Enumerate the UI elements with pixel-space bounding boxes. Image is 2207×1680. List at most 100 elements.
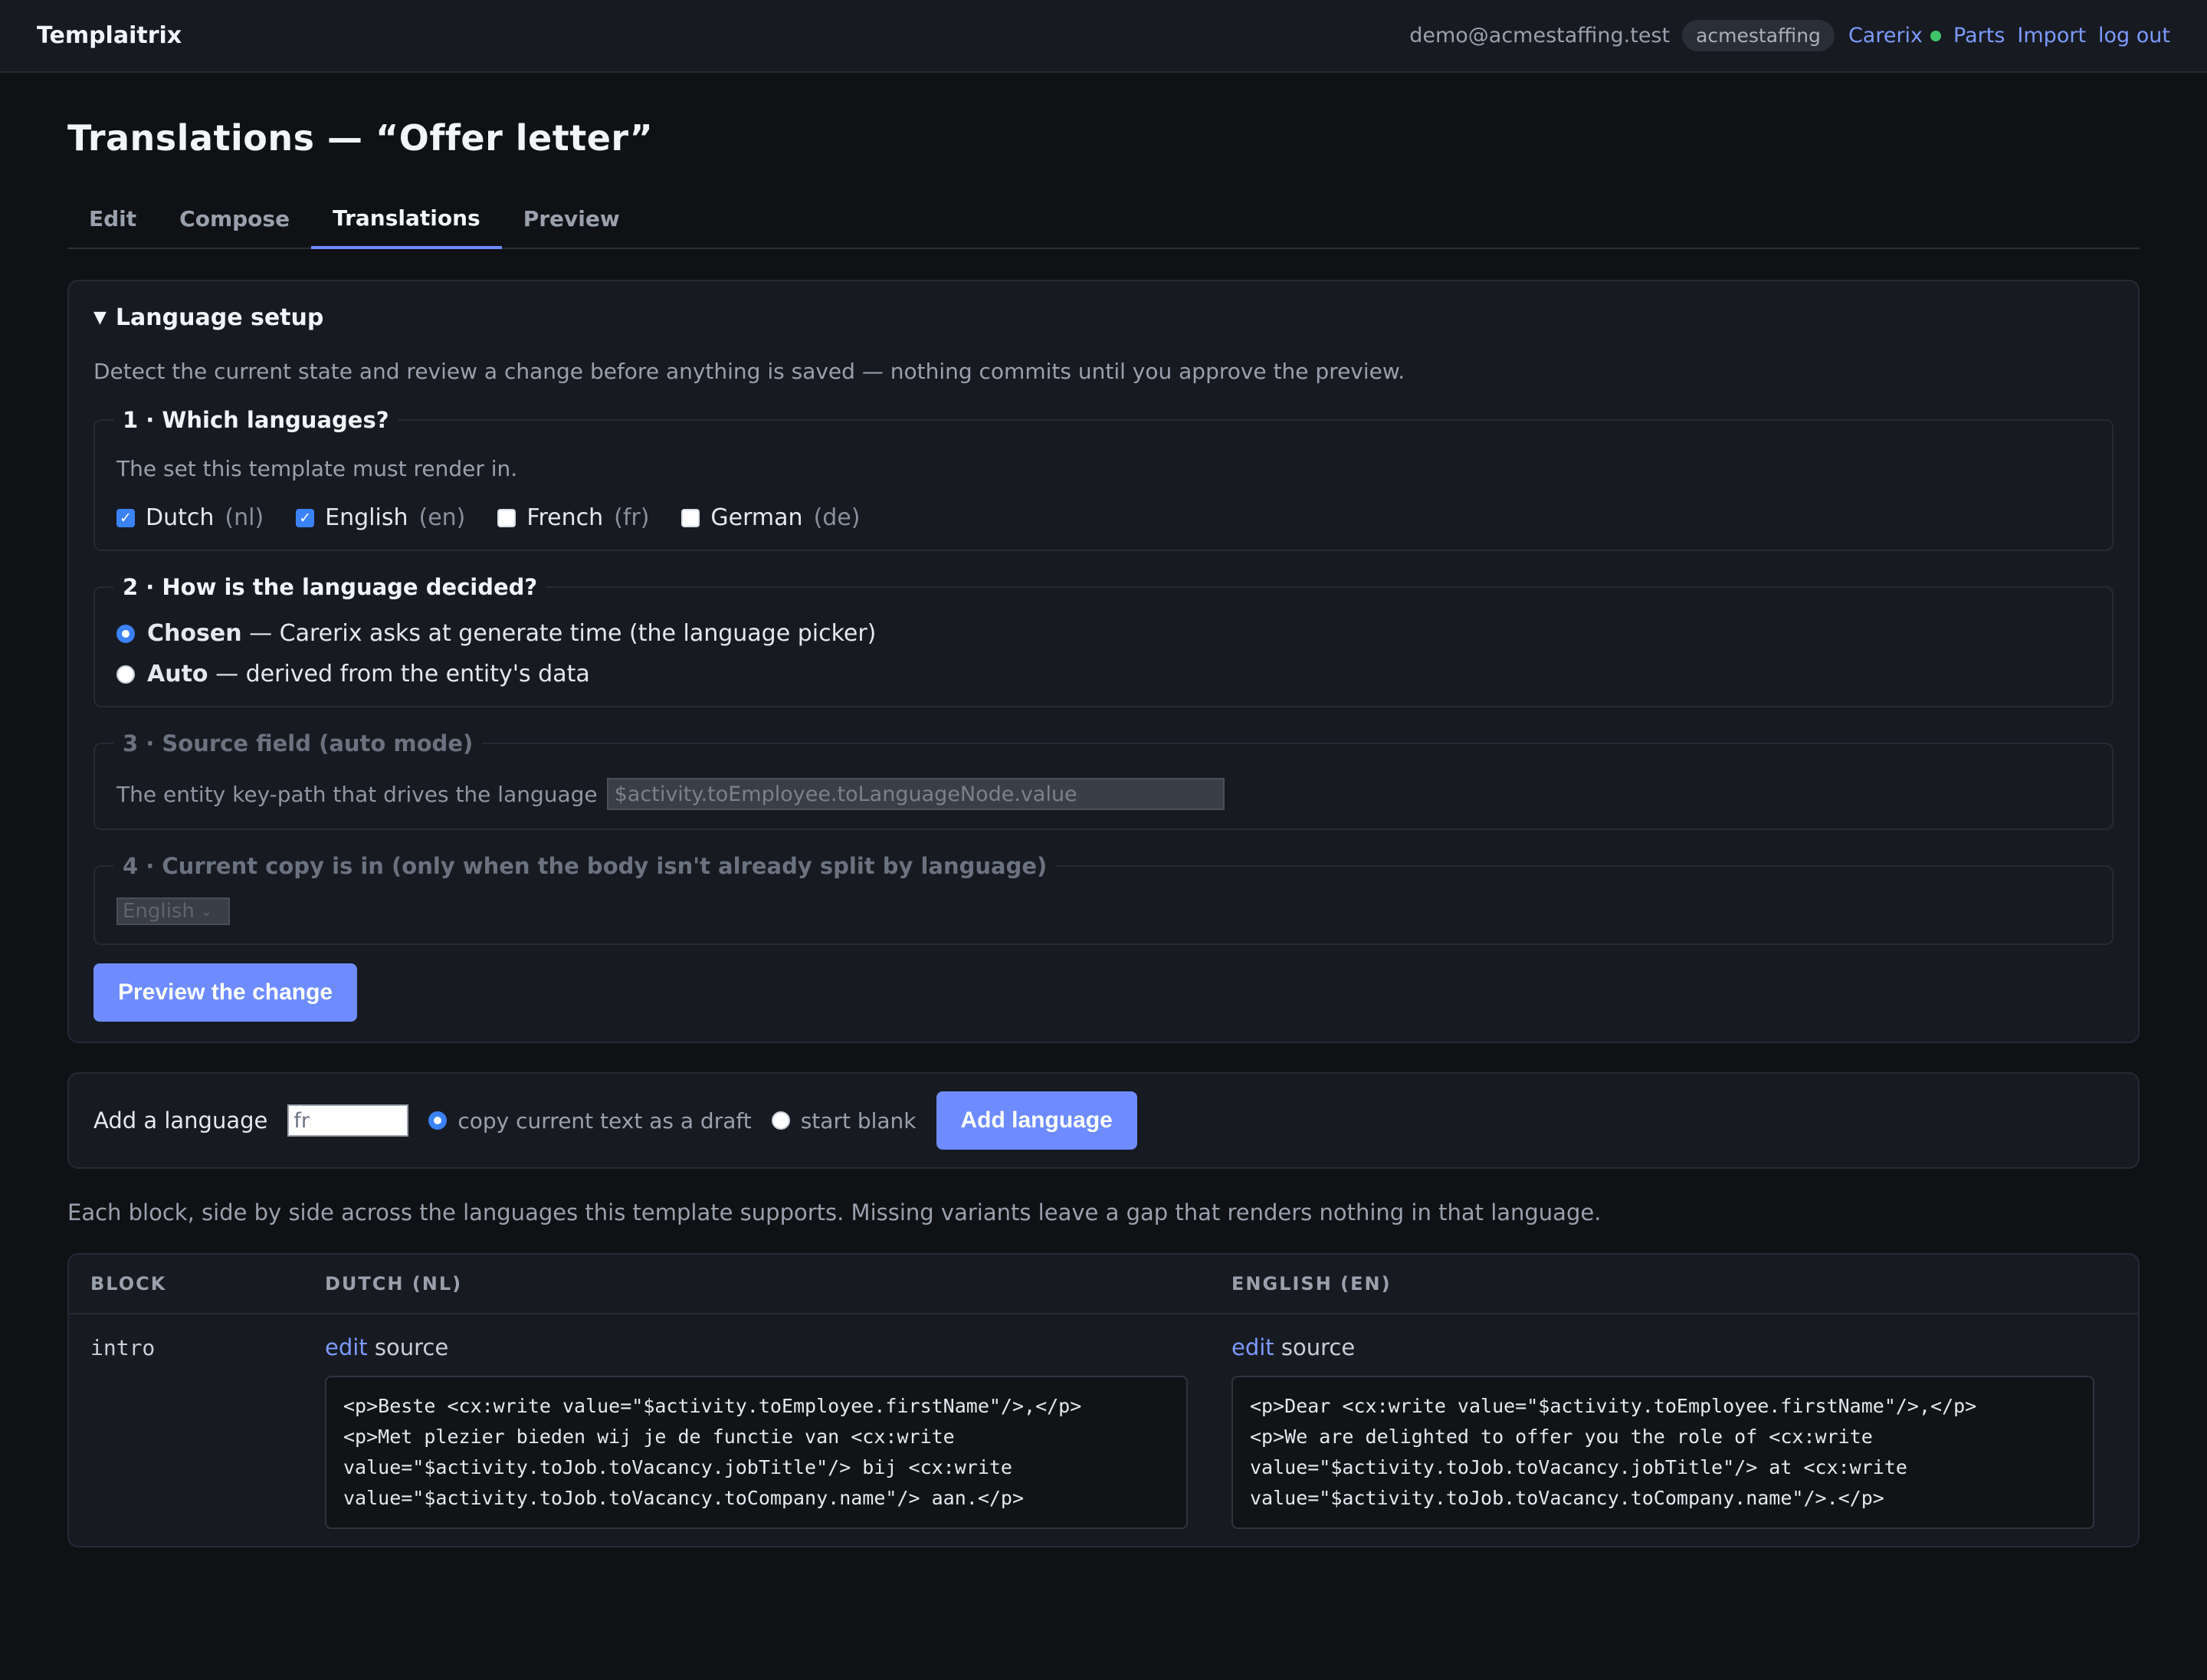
radio-auto[interactable] (116, 664, 135, 684)
decision-option-chosen[interactable]: Chosen — Carerix asks at generate time (… (116, 620, 2091, 647)
tab-compose[interactable]: Compose (158, 189, 311, 248)
edit-source-line: edit source (1231, 1334, 2138, 1360)
option-start-blank-label: start blank (800, 1107, 917, 1134)
tab-bar: Edit Compose Translations Preview (67, 189, 2140, 249)
step-source-field: 3 · Source field (auto mode) The entity … (93, 730, 2114, 830)
step-source-legend: 3 · Source field (auto mode) (113, 730, 482, 756)
decision-option-label: Auto (147, 661, 208, 687)
user-email: demo@acmestaffing.test (1409, 24, 1671, 48)
radio-start-blank[interactable] (771, 1111, 790, 1130)
decision-option-label: Chosen (147, 620, 242, 647)
language-code: (en) (418, 504, 466, 531)
page-title: Translations — “Offer letter” (67, 117, 654, 159)
chevron-down-icon: ⌄ (200, 903, 212, 920)
language-option-dutch[interactable]: ✓ Dutch (nl) (116, 504, 264, 531)
language-code: (fr) (614, 504, 650, 531)
language-code: (de) (813, 504, 861, 531)
step-current-copy-title: 4 · Current copy is in (123, 853, 384, 879)
nav-link-logout[interactable]: log out (2098, 24, 2170, 48)
edit-link-dutch[interactable]: edit (325, 1334, 368, 1360)
language-name: German (710, 504, 803, 531)
tab-edit[interactable]: Edit (67, 189, 158, 248)
step-current-copy: 4 · Current copy is in (only when the bo… (93, 853, 2114, 945)
english-cell: edit source <p>Dear <cx:write value="$ac… (1231, 1334, 2138, 1529)
dutch-source-code: <p>Beste <cx:write value="$activity.toEm… (325, 1376, 1188, 1529)
language-setup-panel: ▼ Language setup Detect the current stat… (67, 280, 2140, 1043)
top-bar: Templaitrix demo@acmestaffing.test acmes… (0, 0, 2207, 73)
checkbox-german[interactable] (681, 508, 700, 527)
nav-link-carerix[interactable]: Carerix (1848, 24, 1923, 48)
step-languages: 1 · Which languages? The set this templa… (93, 407, 2114, 551)
top-right-nav: demo@acmestaffing.test acmestaffing Care… (1409, 20, 2170, 51)
decision-option-text: Auto — derived from the entity's data (147, 661, 590, 687)
decision-option-auto[interactable]: Auto — derived from the entity's data (116, 661, 2091, 687)
decision-option-desc: — derived from the entity's data (208, 661, 590, 687)
language-setup-title: Language setup (115, 304, 324, 331)
option-copy-draft-label: copy current text as a draft (457, 1107, 752, 1134)
edit-source-line: edit source (325, 1334, 1231, 1360)
checkbox-english[interactable]: ✓ (296, 508, 315, 527)
step-source-legend-note: (auto mode) (310, 730, 474, 756)
nav-link-parts[interactable]: Parts (1953, 24, 2005, 48)
status-dot-icon (1930, 30, 1942, 41)
main-content: Translations — “Offer letter” Edit Compo… (0, 117, 2207, 1547)
tab-preview[interactable]: Preview (502, 189, 641, 248)
current-copy-select: English ⌄ (116, 897, 230, 925)
language-option-german[interactable]: German (de) (681, 504, 860, 531)
decision-radio-group: Chosen — Carerix asks at generate time (… (116, 620, 2091, 687)
language-name: English (325, 504, 408, 531)
language-setup-toggle[interactable]: ▼ Language setup (93, 304, 2114, 331)
step-languages-hint: The set this template must render in. (116, 456, 518, 481)
radio-chosen[interactable] (116, 624, 135, 643)
language-code: (nl) (225, 504, 264, 531)
current-copy-value: English (123, 900, 195, 923)
column-header-dutch: DUTCH (NL) (325, 1273, 463, 1294)
language-name: French (526, 504, 604, 531)
step-current-copy-legend: 4 · Current copy is in (only when the bo… (113, 853, 1056, 879)
step-languages-legend: 1 · Which languages? (123, 407, 389, 433)
dutch-cell: edit source <p>Beste <cx:write value="$a… (325, 1334, 1231, 1529)
step-current-copy-note: (only when the body isn't already split … (383, 853, 1048, 879)
tenant-badge: acmestaffing (1682, 20, 1835, 51)
block-cell: intro (69, 1334, 325, 1529)
english-source-code: <p>Dear <cx:write value="$activity.toEmp… (1231, 1376, 2094, 1529)
blocks-hint: Each block, side by side across the lang… (67, 1199, 1602, 1226)
source-field-row: The entity key-path that drives the lang… (116, 778, 2091, 810)
column-header-english: ENGLISH (EN) (1231, 1273, 1392, 1294)
preview-change-button[interactable]: Preview the change (93, 963, 358, 1022)
step-decision-legend: 2 · How is the language decided? (123, 574, 538, 600)
edit-source-suffix: source (1274, 1334, 1356, 1360)
language-option-english[interactable]: ✓ English (en) (296, 504, 465, 531)
language-checkboxes: ✓ Dutch (nl) ✓ English (en) French (fr) … (116, 504, 2091, 531)
checkbox-french[interactable] (497, 508, 516, 527)
edit-source-suffix: source (367, 1334, 449, 1360)
language-name: Dutch (146, 504, 215, 531)
add-language-bar: Add a language fr copy current text as a… (67, 1072, 2140, 1169)
option-start-blank[interactable]: start blank (771, 1107, 917, 1134)
add-language-input[interactable]: fr (287, 1104, 409, 1137)
decision-option-text: Chosen — Carerix asks at generate time (… (147, 620, 876, 647)
option-copy-draft[interactable]: copy current text as a draft (428, 1107, 752, 1134)
edit-link-english[interactable]: edit (1231, 1334, 1274, 1360)
language-setup-hint: Detect the current state and review a ch… (93, 359, 1405, 384)
table-header: BLOCK DUTCH (NL) ENGLISH (EN) (69, 1255, 2138, 1314)
decision-option-desc: — Carerix asks at generate time (the lan… (241, 620, 877, 647)
add-language-button[interactable]: Add language (936, 1091, 1137, 1150)
connection-status[interactable]: Carerix (1848, 24, 1942, 48)
tab-translations[interactable]: Translations (311, 189, 502, 249)
step-language-decision: 2 · How is the language decided? Chosen … (93, 574, 2114, 707)
step-source-legend-title: 3 · Source field (123, 730, 311, 756)
source-field-label: The entity key-path that drives the lang… (116, 781, 598, 807)
disclosure-triangle-icon: ▼ (93, 308, 107, 327)
app-brand[interactable]: Templaitrix (37, 22, 182, 49)
table-row: intro edit source <p>Beste <cx:write val… (69, 1314, 2138, 1546)
column-header-block: BLOCK (90, 1273, 167, 1294)
source-field-input: $activity.toEmployee.toLanguageNode.valu… (606, 778, 1225, 810)
radio-copy-draft[interactable] (428, 1111, 448, 1130)
checkbox-dutch[interactable]: ✓ (116, 508, 135, 527)
blocks-table: BLOCK DUTCH (NL) ENGLISH (EN) intro edit… (67, 1253, 2140, 1547)
block-name: intro (90, 1335, 156, 1360)
nav-link-import[interactable]: Import (2017, 24, 2086, 48)
language-option-french[interactable]: French (fr) (497, 504, 649, 531)
add-language-label: Add a language (93, 1107, 268, 1134)
